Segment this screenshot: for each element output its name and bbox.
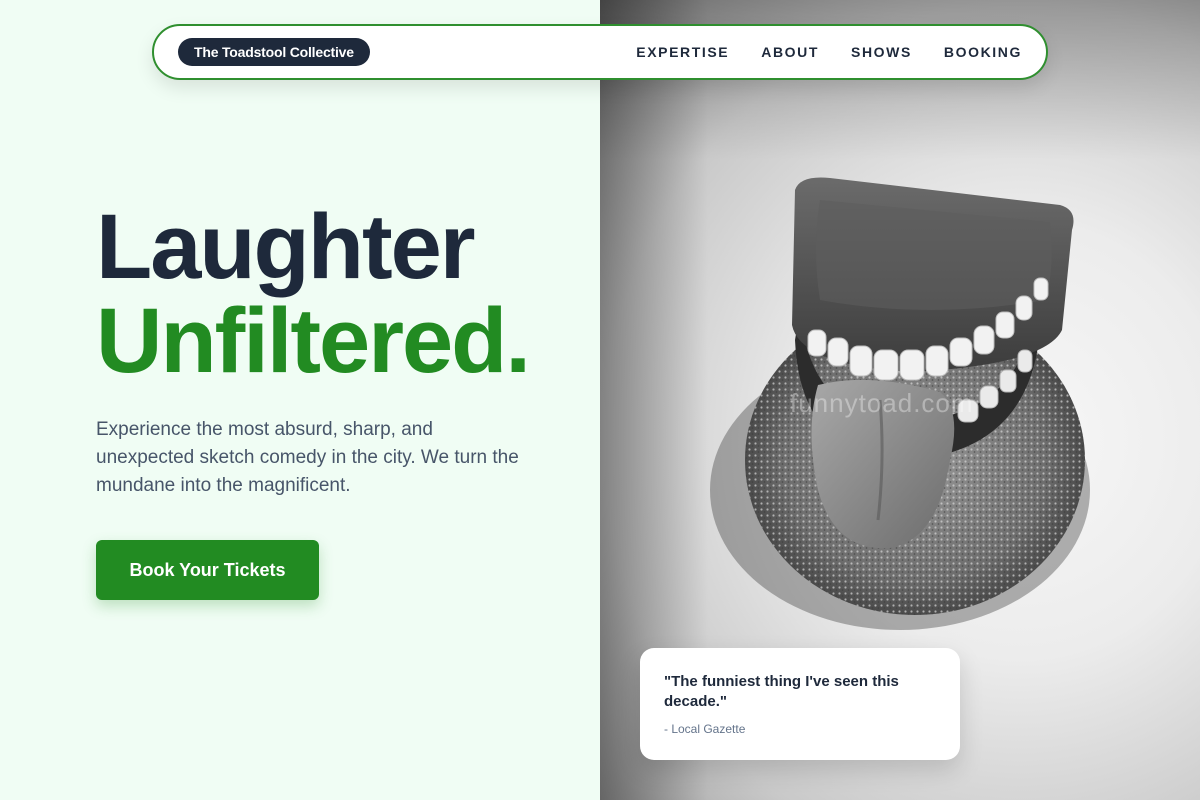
testimonial-card: "The funniest thing I've seen this decad… bbox=[640, 648, 960, 760]
testimonial-quote: "The funniest thing I've seen this decad… bbox=[664, 673, 899, 710]
hero-title: Laughter Unfiltered. bbox=[96, 196, 531, 392]
hero-description: Experience the most absurd, sharp, and u… bbox=[96, 419, 519, 496]
testimonial-source: - Local Gazette bbox=[664, 722, 746, 736]
nav-links: EXPERTISE ABOUT SHOWS BOOKING bbox=[636, 44, 1022, 60]
book-tickets-button[interactable]: Book Your Tickets bbox=[96, 540, 319, 600]
hero-left-panel bbox=[0, 0, 600, 800]
brand-logo[interactable]: The Toadstool Collective bbox=[178, 38, 370, 66]
nav-link-expertise[interactable]: EXPERTISE bbox=[636, 44, 729, 60]
hero-title-line1: Laughter bbox=[96, 196, 476, 298]
nav-link-about[interactable]: ABOUT bbox=[761, 44, 819, 60]
hero-title-line2: Unfiltered. bbox=[96, 290, 531, 392]
nav-link-booking[interactable]: BOOKING bbox=[944, 44, 1022, 60]
image-watermark: funnytoad.com bbox=[790, 388, 974, 418]
nav-link-shows[interactable]: SHOWS bbox=[851, 44, 912, 60]
top-navbar: The Toadstool Collective EXPERTISE ABOUT… bbox=[152, 24, 1048, 80]
